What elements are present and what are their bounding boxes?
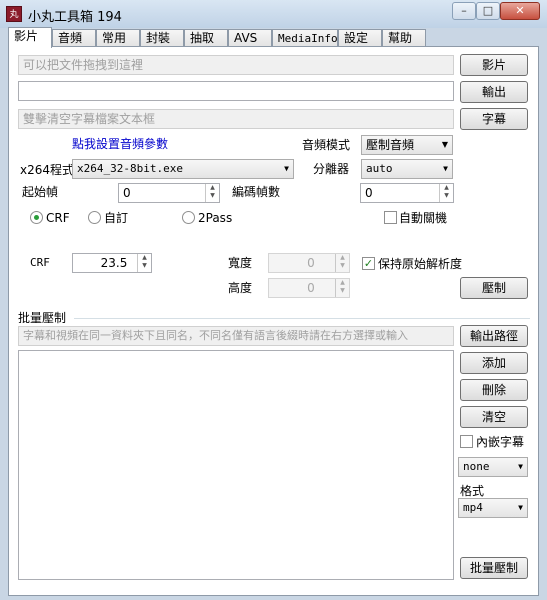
width-spinner[interactable]: ▲ ▼ — [335, 254, 349, 272]
splitter-select[interactable]: auto ▼ — [361, 159, 453, 179]
tab-settings[interactable]: 設定 — [338, 29, 382, 47]
start-frame-input[interactable]: 0 ▲ ▼ — [118, 183, 220, 203]
height-spinner[interactable]: ▲ ▼ — [335, 279, 349, 297]
tab-mux[interactable]: 封裝 — [140, 29, 184, 47]
splitter-label: 分離器 — [313, 162, 350, 176]
width-input[interactable]: 0 ▲ ▼ — [268, 253, 350, 273]
height-label: 高度 — [228, 281, 253, 295]
tab-video[interactable]: 影片 — [8, 27, 52, 48]
width-label: 寬度 — [228, 256, 253, 270]
encode-button[interactable]: 壓制 — [460, 277, 528, 299]
app-icon: 丸 — [6, 6, 22, 22]
batch-file-list[interactable] — [18, 350, 454, 580]
encode-frames-label: 編碼幀數 — [232, 185, 281, 199]
batch-hint-input[interactable]: 字幕和視頻在同一資料夾下且同名，不同名僅有語言後綴時請在右方選擇或輸入 — [18, 326, 454, 346]
keep-resolution-label: 保持原始解析度 — [378, 257, 463, 271]
clear-button[interactable]: 清空 — [460, 406, 528, 428]
video-file-input[interactable]: 可以把文件拖拽到這裡 — [18, 55, 454, 75]
title-bar: 丸 小丸工具箱 194 – □ ✕ — [0, 0, 547, 28]
crf-spinner[interactable]: ▲ ▼ — [137, 254, 151, 272]
start-frame-label: 起始幀 — [22, 185, 59, 199]
x264-select[interactable]: x264_32-8bit.exe ▼ — [72, 159, 294, 179]
add-button[interactable]: 添加 — [460, 352, 528, 374]
embed-subtitle-label: 內嵌字幕 — [476, 435, 525, 449]
tab-mediainfo[interactable]: MediaInfo — [272, 29, 338, 47]
subtitle-button[interactable]: 字幕 — [460, 108, 528, 130]
tab-audio[interactable]: 音頻 — [52, 29, 96, 47]
chevron-down-icon: ▼ — [518, 462, 523, 471]
format-label: 格式 — [460, 484, 485, 498]
keep-resolution-checkbox[interactable]: ✓ — [362, 257, 375, 270]
subtitle-file-input[interactable]: 雙擊清空字幕檔案文本框 — [18, 109, 454, 129]
splitter-value: auto — [366, 162, 393, 175]
app-window: 丸 小丸工具箱 194 – □ ✕ 影片 音頻 常用 封裝 抽取 AVS Med… — [0, 0, 547, 600]
auto-shutdown-label: 自動關機 — [399, 211, 448, 225]
output-file-input[interactable] — [18, 81, 454, 101]
embed-subtitle-checkbox[interactable] — [460, 435, 473, 448]
tab-extract[interactable]: 抽取 — [184, 29, 228, 47]
output-button[interactable]: 輸出 — [460, 81, 528, 103]
custom-radio-label: 自訂 — [104, 211, 129, 225]
crf-input[interactable]: 23.5 ▲ ▼ — [72, 253, 152, 273]
format-select[interactable]: mp4 ▼ — [458, 498, 528, 518]
crf-label: CRF — [30, 256, 50, 269]
height-value: 0 — [307, 281, 315, 295]
2pass-radio-label: 2Pass — [198, 211, 233, 225]
custom-radio[interactable] — [88, 211, 101, 224]
chevron-down-icon: ▼ — [284, 164, 289, 173]
start-frame-spinner[interactable]: ▲ ▼ — [205, 184, 219, 202]
tab-common[interactable]: 常用 — [96, 29, 140, 47]
audio-mode-value: 壓制音頻 — [366, 138, 415, 152]
x264-value: x264_32-8bit.exe — [77, 162, 183, 175]
batch-encode-button[interactable]: 批量壓制 — [460, 557, 528, 579]
crf-value: 23.5 — [100, 256, 128, 270]
start-frame-value: 0 — [123, 186, 131, 200]
batch-group-label: 批量壓制 — [18, 311, 67, 325]
chevron-down-icon: ▼ — [518, 503, 523, 512]
chevron-down-icon: ▼ — [441, 140, 448, 149]
close-button[interactable]: ✕ — [500, 2, 540, 20]
width-value: 0 — [307, 256, 315, 270]
crf-radio-label: CRF — [46, 211, 70, 225]
encode-frames-spinner[interactable]: ▲ ▼ — [439, 184, 453, 202]
audio-mode-label: 音頻模式 — [302, 138, 351, 152]
batch-output-path-button[interactable]: 輸出路徑 — [460, 325, 528, 347]
x264-label: x264程式 — [20, 163, 75, 177]
encode-frames-value: 0 — [365, 186, 373, 200]
delete-button[interactable]: 刪除 — [460, 379, 528, 401]
minimize-button[interactable]: – — [452, 2, 476, 20]
2pass-radio[interactable] — [182, 211, 195, 224]
window-title: 小丸工具箱 194 — [28, 10, 122, 25]
batch-group-divider — [74, 318, 530, 319]
tab-avs[interactable]: AVS — [228, 29, 272, 47]
video-button[interactable]: 影片 — [460, 54, 528, 76]
subtitle-lang-value: none — [463, 460, 490, 473]
chevron-down-icon: ▼ — [443, 164, 448, 173]
maximize-button[interactable]: □ — [476, 2, 500, 20]
height-input[interactable]: 0 ▲ ▼ — [268, 278, 350, 298]
format-value: mp4 — [463, 501, 483, 514]
tab-help[interactable]: 幫助 — [382, 29, 426, 47]
crf-radio[interactable] — [30, 211, 43, 224]
encode-frames-input[interactable]: 0 ▲ ▼ — [360, 183, 454, 203]
audio-settings-link[interactable]: 點我設置音頻參數 — [72, 136, 168, 152]
audio-mode-select[interactable]: 壓制音頻 ▼ — [361, 135, 453, 155]
auto-shutdown-checkbox[interactable] — [384, 211, 397, 224]
subtitle-lang-select[interactable]: none ▼ — [458, 457, 528, 477]
